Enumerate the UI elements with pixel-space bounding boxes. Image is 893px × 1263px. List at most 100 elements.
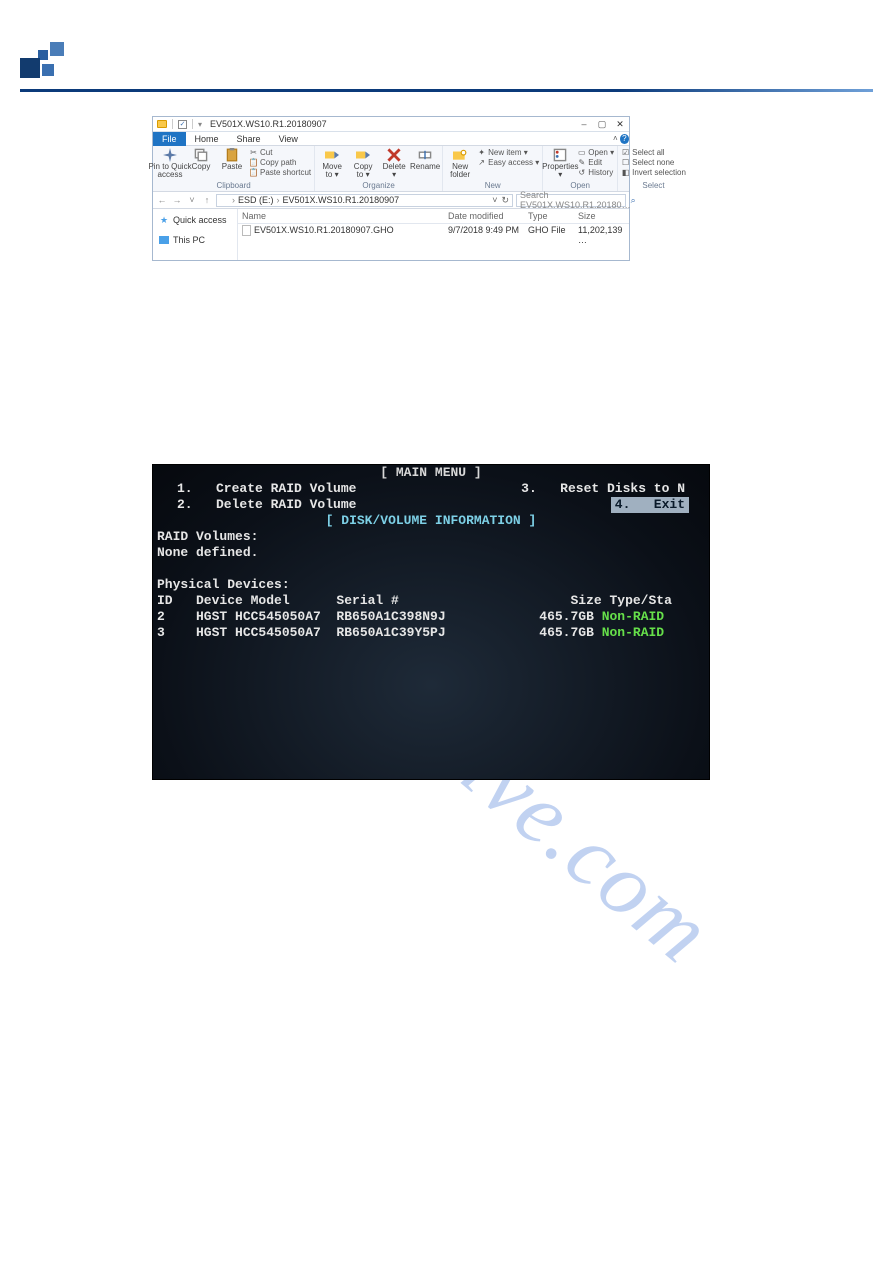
ribbon-tabs: File Home Share View ˄ ? [153,132,629,146]
easy-access-button[interactable]: ↗Easy access ▾ [477,158,539,167]
status-non-raid: Non-RAID [602,625,664,640]
maximize-button[interactable]: ▢ [593,117,611,132]
search-input[interactable]: Search EV501X.WS10.R1.20180… ⌕ [516,194,626,207]
help-icon[interactable]: ? [620,134,629,144]
copy-path-button[interactable]: 📋Copy path [249,158,311,167]
rename-button[interactable]: Rename [411,148,439,171]
file-name: EV501X.WS10.R1.20180907.GHO [254,225,394,235]
breadcrumb-segment[interactable]: EV501X.WS10.R1.20180907 [283,195,400,205]
qat-checkbox-icon[interactable]: ✓ [178,120,187,129]
close-button[interactable]: ✕ [611,117,629,132]
column-headers: Name Date modified Type Size [238,209,629,224]
qat-dropdown-icon[interactable]: ▾ [198,120,202,129]
menu-exit[interactable]: 4. Exit [611,497,689,513]
delete-button[interactable]: Delete ▾ [380,148,408,179]
pin-to-quick-access-button[interactable]: Pin to Quick access [156,148,184,179]
ribbon-group-title: Organize [318,180,439,190]
open-icon: ▭ [577,148,586,157]
tab-file[interactable]: File [153,132,186,146]
col-header-size[interactable]: Size [574,210,629,222]
device-row: 2 HGST HCC545050A7 RB650A1C398N9J 465.7G… [153,609,709,625]
select-all-icon: ☑ [621,148,630,157]
invert-selection-button[interactable]: ◧Invert selection [621,168,686,177]
raid-bios-screen: [ MAIN MENU ] 1. Create RAID Volume 3. R… [152,464,710,780]
move-to-icon [325,148,339,162]
history-button[interactable]: ↺History [577,168,614,177]
ribbon-group-clipboard: Pin to Quick access Copy Paste ✂Cut 📋Cop… [153,146,315,191]
paste-shortcut-button[interactable]: 📋Paste shortcut [249,168,311,177]
pin-icon [163,148,177,162]
new-folder-button[interactable]: New folder [446,148,474,179]
file-row[interactable]: EV501X.WS10.R1.20180907.GHO 9/7/2018 9:4… [238,224,629,246]
menu-reset-disks[interactable]: 3. Reset Disks to N [517,481,689,497]
nav-recent-dropdown[interactable]: ˅ [186,195,198,205]
sidebar-item-this-pc[interactable]: This PC [153,233,237,247]
delete-icon [387,148,401,162]
minimize-button[interactable]: – [575,117,593,132]
new-folder-icon [453,148,467,162]
col-header-type[interactable]: Type [524,210,574,222]
properties-button[interactable]: Properties ▾ [546,148,574,179]
ribbon-group-title: Select [621,180,686,190]
ribbon-group-open: Properties ▾ ▭Open ▾ ✎Edit ↺History Open [543,146,618,191]
new-item-button[interactable]: ✦New item ▾ [477,148,539,157]
properties-icon [553,148,567,162]
brand-logo [20,40,68,88]
tab-share[interactable]: Share [228,132,270,146]
physical-devices-label: Physical Devices: [153,577,709,593]
folder-icon [220,197,229,204]
address-dropdown-icon[interactable]: ˅ [492,195,497,206]
device-columns: ID Device Model Serial # Size Type/Sta [153,593,709,609]
address-bar[interactable]: › ESD (E:) › EV501X.WS10.R1.20180907 ˅ ↻ [216,194,513,207]
search-placeholder: Search EV501X.WS10.R1.20180… [520,190,631,210]
ribbon-group-new: New folder ✦New item ▾ ↗Easy access ▾ Ne… [443,146,543,191]
ribbon-collapse-icon[interactable]: ˄ [613,134,618,143]
copy-button[interactable]: Copy [187,148,215,171]
nav-back-button[interactable]: ← [156,195,168,205]
ribbon-group-organize: Move to ▾ Copy to ▾ Delete ▾ Rename Orga… [315,146,443,191]
blank-line [153,561,709,577]
tab-home[interactable]: Home [186,132,228,146]
col-header-date[interactable]: Date modified [444,210,524,222]
raid-volumes-none: None defined. [153,545,709,561]
edit-button[interactable]: ✎Edit [577,158,614,167]
copy-to-button[interactable]: Copy to ▾ [349,148,377,179]
address-bar-row: ← → ˅ ↑ › ESD (E:) › EV501X.WS10.R1.2018… [153,192,629,209]
select-none-icon: ☐ [621,158,630,167]
titlebar: ✓ ▾ EV501X.WS10.R1.20180907 – ▢ ✕ [153,117,629,132]
search-icon: ⌕ [631,195,636,206]
file-explorer-window: ✓ ▾ EV501X.WS10.R1.20180907 – ▢ ✕ File H… [152,116,630,261]
ribbon: Pin to Quick access Copy Paste ✂Cut 📋Cop… [153,146,629,192]
tab-view[interactable]: View [270,132,307,146]
new-item-icon: ✦ [477,148,486,157]
file-icon [242,225,251,236]
refresh-button[interactable]: ↻ [501,195,509,206]
breadcrumb-sep: › [232,195,235,205]
sidebar-item-label: Quick access [173,215,227,225]
main-menu-header: [ MAIN MENU ] [153,465,709,481]
menu-create-raid[interactable]: 1. Create RAID Volume [173,481,360,497]
breadcrumb-segment[interactable]: ESD (E:) [238,195,274,205]
nav-up-button[interactable]: ↑ [201,195,213,205]
history-icon: ↺ [577,168,586,177]
file-list: Name Date modified Type Size EV501X.WS10… [238,209,629,260]
ribbon-group-select: ☑Select all ☐Select none ◧Invert selecti… [618,146,689,191]
cut-button[interactable]: ✂Cut [249,148,311,157]
sidebar-item-quick-access[interactable]: ★ Quick access [153,213,237,227]
easy-access-icon: ↗ [477,158,486,167]
nav-forward-button[interactable]: → [171,195,183,205]
sidebar-item-label: This PC [173,235,205,245]
copy-icon [194,148,208,162]
paste-button[interactable]: Paste [218,148,246,171]
this-pc-icon [159,236,169,244]
select-none-button[interactable]: ☐Select none [621,158,686,167]
copy-path-icon: 📋 [249,158,258,167]
select-all-button[interactable]: ☑Select all [621,148,686,157]
col-header-name[interactable]: Name [238,210,444,222]
file-size: 11,202,139 … [574,224,629,246]
move-to-button[interactable]: Move to ▾ [318,148,346,179]
breadcrumb-sep: › [277,195,280,205]
open-button[interactable]: ▭Open ▾ [577,148,614,157]
window-title: EV501X.WS10.R1.20180907 [206,119,327,129]
menu-delete-raid[interactable]: 2. Delete RAID Volume [173,497,360,513]
